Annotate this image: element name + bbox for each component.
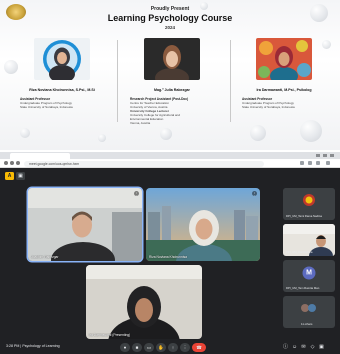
menu-icon[interactable] (326, 161, 330, 165)
chat-icon[interactable]: ✉ (300, 344, 307, 351)
speaker-name: Mag.ª Julia Rabezgar (154, 88, 190, 92)
divider (230, 40, 231, 122)
participant-name: Riza Noviana Khoirunnisa (149, 255, 187, 259)
participant-tile[interactable]: ⋮ Riza Noviana Khoirunnisa (146, 188, 260, 261)
speaker-affiliation: State University of Surabaya, Indonesia (20, 105, 73, 109)
people-icon[interactable]: ☺ (291, 344, 298, 351)
more-options-button[interactable]: ⋮ (180, 342, 190, 352)
more-options-icon[interactable]: ⋮ (134, 191, 139, 196)
course-flyer: Proudly Present Learning Psychology Cour… (0, 0, 340, 150)
minimize-icon[interactable] (316, 154, 320, 157)
activities-icon[interactable]: ◇ (309, 344, 316, 351)
speaker-card: Ira Darmawanti, M.Psi., Psikolog Assista… (236, 38, 332, 109)
divider (117, 40, 118, 122)
avatar: M (302, 266, 316, 280)
microphone-button[interactable]: ● (120, 342, 130, 352)
participant-tile[interactable]: ⋮ Joachim Rabezgar (28, 188, 142, 261)
others-tile[interactable]: 11 others (283, 296, 335, 328)
back-icon[interactable] (4, 161, 8, 165)
participant-name: PPI_UM_Dwi Rahma (286, 250, 313, 254)
flyer-title: Learning Psychology Course (107, 13, 233, 23)
participant-name: DPI_UM_Tami Rama Nadina (286, 214, 322, 218)
participant-side-tile[interactable]: DPI_UM_Tami Rama Nadina (283, 188, 335, 220)
speaker-name: Riza Noviana Khoirunnisa, S.Psi., M.Si (29, 88, 95, 92)
speaker-photo (34, 38, 90, 80)
meeting-badge[interactable]: A (5, 172, 14, 180)
participant-side-tile[interactable]: PPI_UM_Dwi Rahma (283, 224, 335, 256)
screenshot: Proudly Present Learning Psychology Cour… (0, 0, 340, 354)
participant-name: Joachim Rabezgar (31, 255, 59, 259)
water-drop-decoration (98, 134, 106, 142)
flyer-kicker: Proudly Present (150, 6, 190, 12)
browser-window: meet.google.com/uos-qmhw-hxm A ▣ ⋮ Joach… (0, 152, 340, 354)
address-bar[interactable]: meet.google.com/uos-qmhw-hxm (24, 160, 264, 167)
water-drop-decoration (250, 125, 266, 141)
leave-call-button[interactable]: ☎ (192, 342, 206, 352)
captions-button[interactable]: ▭ (144, 342, 154, 352)
flyer-year: 2024 (164, 25, 175, 30)
raise-hand-button[interactable]: ✋ (156, 342, 166, 352)
speaker-photo (144, 38, 200, 80)
water-drop-decoration (300, 120, 322, 142)
extension-icon[interactable] (308, 161, 312, 165)
forward-icon[interactable] (10, 161, 14, 165)
present-button[interactable]: ↑ (168, 342, 178, 352)
speaker-affiliation: State University of Surabaya, Indonesia (242, 105, 295, 109)
water-drop-decoration (20, 128, 30, 138)
water-drop-decoration (160, 128, 172, 140)
speaker-photo (256, 38, 312, 80)
participant-tile[interactable]: Ira Darmawanti (Presenting) (86, 265, 202, 339)
tab-bar (0, 152, 340, 159)
participant-name: Ira Darmawanti (Presenting) (89, 333, 131, 337)
layout-icon[interactable]: ▣ (16, 172, 25, 180)
extension-icon[interactable] (300, 161, 304, 165)
others-count: 11 others (301, 322, 313, 326)
maximize-icon[interactable] (323, 154, 327, 157)
avatar (308, 304, 316, 312)
speaker-affiliation: Vienna, Austria (130, 121, 151, 125)
participant-side-tile[interactable]: M DPI_UM_Tam Ramita Man (283, 260, 335, 292)
camera-button[interactable]: ■ (132, 342, 142, 352)
profile-icon[interactable] (316, 161, 320, 165)
speaker-name: Ira Darmawanti, M.Psi., Psikolog (256, 88, 312, 92)
participant-name: DPI_UM_Tam Ramita Man (286, 286, 320, 290)
close-icon[interactable] (330, 154, 334, 157)
speaker-card: Mag.ª Julia Rabezgar Research Project As… (124, 38, 220, 125)
lock-icon[interactable]: ▣ (318, 344, 325, 351)
speaker-card: Riza Noviana Khoirunnisa, S.Psi., M.Si A… (14, 38, 110, 109)
reload-icon[interactable] (16, 161, 20, 165)
meeting-clock-title: 3:28 PM | Psychology of Learning (6, 344, 60, 348)
more-options-icon[interactable]: ⋮ (252, 191, 257, 196)
info-icon[interactable]: ⓘ (282, 344, 289, 351)
meeting-control-bar: 3:28 PM | Psychology of Learning ● ■ ▭ ✋… (0, 340, 340, 354)
address-bar-row: meet.google.com/uos-qmhw-hxm (0, 159, 340, 168)
